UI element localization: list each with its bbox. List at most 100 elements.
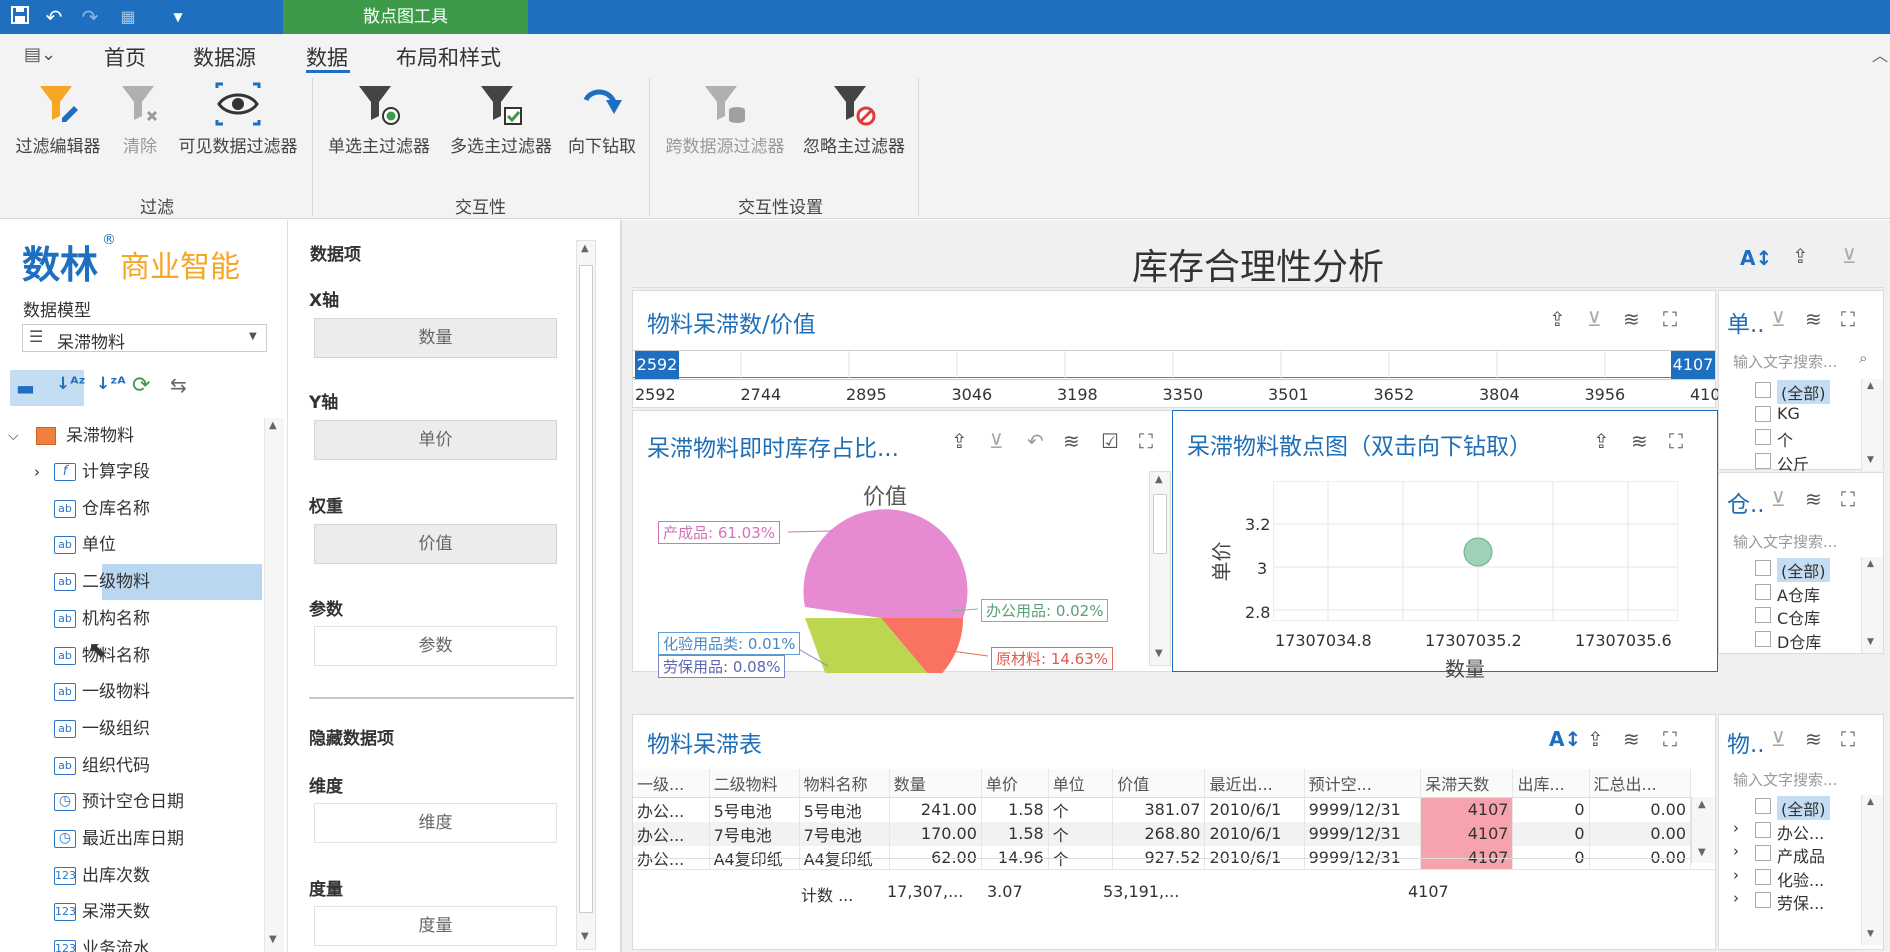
sort-az-icon[interactable]: ↓ᴬᶻ [56, 374, 86, 394]
range-track[interactable] [633, 350, 1715, 381]
filter-list-item[interactable]: › 化验... [1733, 866, 1861, 890]
clear-selection-icon[interactable]: ≋ [1631, 429, 1648, 453]
field-item[interactable]: ab 仓库名称 [42, 491, 262, 527]
field-item[interactable]: ◷ 预计空仓日期 [42, 784, 262, 820]
file-menu-icon[interactable]: ▤⌄ [24, 44, 56, 65]
table-row[interactable]: 办公... 5号电池 5号电池 241.00 1.58 个 381.07 2010/6/1 99… [633, 797, 1691, 822]
filter-list-item[interactable]: › 劳保... [1733, 889, 1861, 913]
field-item[interactable]: ab 一级组织 [42, 711, 262, 747]
tab-layout-style[interactable]: 布局和样式 [396, 42, 501, 72]
checkbox[interactable] [1755, 560, 1771, 576]
column-header[interactable]: 呆滞天数 [1420, 769, 1514, 797]
column-header[interactable]: 物料名称 [799, 769, 890, 797]
checkbox[interactable] [1755, 452, 1771, 469]
field-item[interactable]: ab 单位 [42, 527, 262, 563]
filter-list-item[interactable]: (全部) [1755, 379, 1861, 404]
column-header[interactable]: 出库... [1512, 769, 1590, 797]
scatter-plot-area[interactable] [1273, 481, 1678, 621]
field-item[interactable]: 123 业务流水 [42, 931, 262, 952]
clear-selection-icon[interactable]: ≋ [1805, 307, 1822, 331]
checkbox[interactable] [1755, 607, 1771, 623]
export-icon[interactable]: ⇪ [1593, 429, 1610, 453]
swap-icon[interactable]: ⇆ [170, 373, 187, 397]
field-item[interactable]: ab 物料名称 [42, 638, 262, 674]
undo-icon[interactable]: ↶ [42, 5, 66, 29]
export-icon[interactable]: ⇪ [1587, 727, 1604, 751]
checkbox[interactable] [1755, 630, 1771, 647]
y-axis-field[interactable]: 单价 [314, 420, 557, 460]
checkbox[interactable] [1755, 845, 1771, 861]
checkbox[interactable] [1755, 405, 1771, 422]
checkbox[interactable] [1755, 821, 1771, 838]
checkbox[interactable] [1755, 429, 1771, 445]
column-header[interactable]: 最近出... [1204, 769, 1305, 797]
scatter-chart-card[interactable]: 呆滞物料散点图（双击向下钻取） ⇪ ≋ ⛶ 单价 3.2 3 2.8 17307… [1172, 410, 1718, 681]
font-size-icon[interactable]: A↕ [1740, 246, 1772, 270]
filter-list-item[interactable]: › 办公... [1733, 819, 1861, 843]
weight-field[interactable]: 价值 [314, 524, 557, 564]
param-field[interactable]: 参数 [314, 626, 557, 666]
x-axis-field[interactable]: 数量 [314, 318, 557, 358]
filter-list-item[interactable]: E仓库 [1755, 651, 1861, 653]
maximize-icon[interactable]: ⛶ [1841, 487, 1855, 511]
column-header[interactable]: 单位 [1048, 769, 1114, 797]
clear-selection-icon[interactable]: ≋ [1623, 727, 1640, 751]
filter-editor-button[interactable]: 过滤编辑器 [12, 82, 104, 157]
warehouse-filter-scrollbar[interactable]: ▲ ▼ [1861, 557, 1883, 653]
clear-selection-icon[interactable]: ≋ [1805, 487, 1822, 511]
column-header[interactable]: 一级... [633, 769, 710, 797]
measure-field[interactable]: 度量 [314, 906, 557, 946]
maximize-icon[interactable]: ⛶ [1841, 727, 1855, 751]
filter-list-item[interactable]: 个 [1755, 426, 1861, 450]
field-item[interactable]: f 计算字段 › [34, 454, 262, 490]
field-item[interactable]: 123 出库次数 [42, 858, 262, 894]
filter-list-item[interactable]: C仓库 [1755, 604, 1861, 628]
checkbox[interactable] [1755, 583, 1771, 600]
warehouse-search-input[interactable]: 输入文字搜索... [1733, 531, 1837, 552]
filter-list-item[interactable]: (全部) [1733, 795, 1861, 820]
chevron-right-icon[interactable]: › [1733, 866, 1739, 884]
filter-list-item[interactable]: › 产成品 [1733, 842, 1861, 866]
data-model-select[interactable]: ☰ 呆滞物料 ▼ [22, 324, 267, 353]
column-header[interactable]: 单价 [981, 769, 1049, 797]
field-item[interactable]: ab 二级物料 [54, 564, 262, 601]
tab-datasource[interactable]: 数据源 [193, 42, 256, 72]
refresh-icon[interactable]: ⟳ [132, 373, 150, 398]
checkbox[interactable] [1755, 798, 1771, 814]
pie-slice-product[interactable] [803, 509, 968, 618]
filter-list-item[interactable]: D仓库 [1755, 628, 1861, 652]
field-item[interactable]: ab 组织代码 [42, 748, 262, 784]
multi-master-filter-button[interactable]: 多选主过滤器 [446, 82, 556, 157]
range-right-handle[interactable]: 4107 [1671, 351, 1715, 379]
column-header[interactable]: 数量 [889, 769, 982, 797]
checkbox[interactable] [1755, 382, 1771, 398]
checkbox[interactable] [1755, 868, 1771, 885]
maximize-icon[interactable]: ⛶ [1663, 727, 1677, 751]
export-icon[interactable]: ⇪ [1549, 307, 1566, 331]
maximize-icon[interactable]: ⛶ [1663, 307, 1677, 331]
customize-dropdown-icon[interactable]: ▼ [166, 5, 190, 29]
chevron-right-icon[interactable]: › [1733, 819, 1739, 837]
dimension-field[interactable]: 维度 [314, 803, 557, 843]
tree-scrollbar[interactable]: ▲ ▼ [264, 418, 284, 952]
sort-za-icon[interactable]: ↓ᶻᴬ [96, 374, 126, 394]
font-size-icon[interactable]: A↕ [1549, 727, 1581, 751]
collapse-ribbon-icon[interactable]: ︿ [1872, 42, 1888, 66]
chevron-right-icon[interactable]: › [1733, 889, 1739, 907]
visible-data-filter-button[interactable]: 可见数据过滤器 [174, 82, 302, 157]
checkbox[interactable] [1755, 892, 1771, 908]
unit-search-input[interactable]: 输入文字搜索... [1733, 351, 1837, 372]
mid-scrollbar[interactable]: ▲ ▼ [576, 240, 596, 950]
drill-down-button[interactable]: 向下钻取 [566, 82, 638, 157]
single-master-filter-button[interactable]: 单选主过滤器 [324, 82, 434, 157]
tab-home[interactable]: 首页 [104, 42, 146, 72]
chevron-right-icon[interactable]: › [1733, 842, 1739, 860]
table-row[interactable]: 办公... 7号电池 7号电池 170.00 1.58 个 268.80 2010/6/1 99… [633, 821, 1691, 846]
material-filter-scrollbar[interactable]: ▲ ▼ [1861, 795, 1883, 945]
export-icon[interactable]: ⇪ [1792, 244, 1809, 268]
column-header[interactable]: 汇总出... [1589, 769, 1691, 797]
filter-list-item[interactable]: 公斤 [1755, 450, 1861, 471]
maximize-icon[interactable]: ⛶ [1841, 307, 1855, 331]
pie-scrollbar[interactable]: ▲ ▼ [1149, 471, 1171, 666]
unit-filter-scrollbar[interactable]: ▲ ▼ [1861, 379, 1883, 471]
